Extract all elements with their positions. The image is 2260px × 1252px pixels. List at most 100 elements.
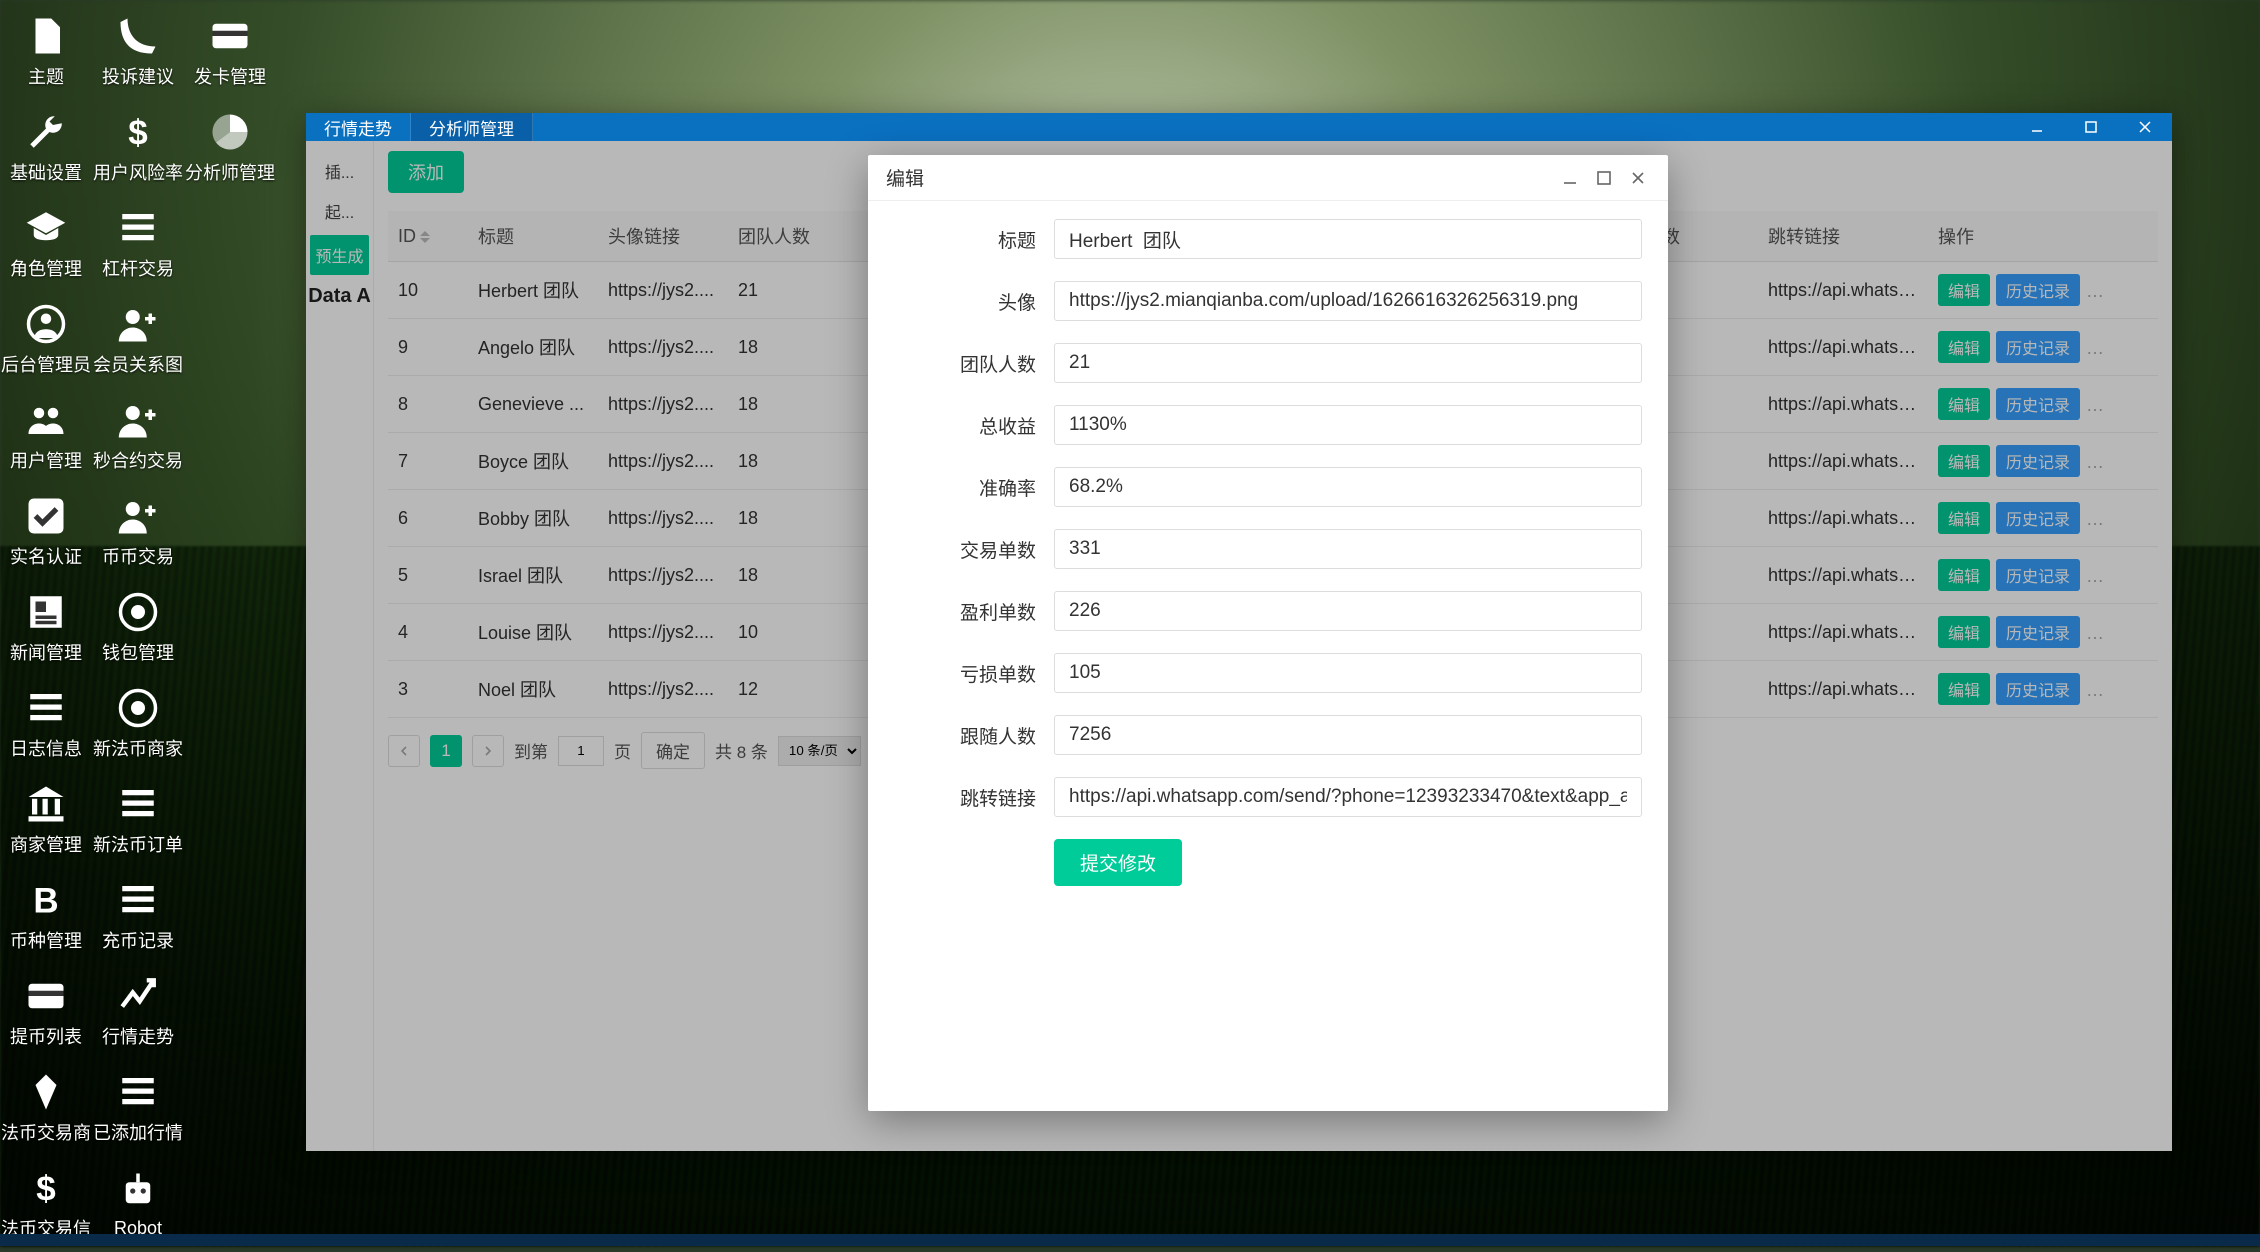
form-input-7[interactable] — [1054, 653, 1642, 693]
desktop-icon-list[interactable]: 已添加行情 — [92, 1060, 184, 1156]
tab-market-trend[interactable]: 行情走势 — [306, 113, 411, 141]
desktop-icon-label: 秒合约交易 — [93, 447, 183, 473]
desktop-icon-useradd[interactable]: 秒合约交易 — [92, 388, 184, 484]
form-row: 盈利单数 — [894, 591, 1642, 631]
modal-minimize-button[interactable] — [1558, 166, 1582, 190]
desktop-icon-userhead[interactable]: 后台管理员 — [0, 292, 92, 388]
desktop-icon-grid: 主题投诉建议发卡管理基础设置$用户风险率分析师管理角色管理杠杆交易后台管理员会员… — [0, 4, 250, 1252]
window-close-button[interactable] — [2118, 113, 2172, 141]
tab-analyst-mgmt[interactable]: 分析师管理 — [411, 113, 533, 141]
svg-text:B: B — [33, 881, 58, 920]
desktop-icon-label: 已添加行情 — [93, 1119, 183, 1145]
desktop-icon-wallet[interactable]: 钱包管理 — [92, 580, 184, 676]
form-row: 亏损单数 — [894, 653, 1642, 693]
desktop-icon-label: 钱包管理 — [102, 639, 174, 665]
desktop-icon-label: 币币交易 — [102, 543, 174, 569]
taskbar[interactable] — [0, 1234, 2260, 1246]
desktop-icon-label: 会员关系图 — [93, 351, 183, 377]
form-row: 跳转链接 — [894, 777, 1642, 817]
desktop-icon-label: 用户风险率 — [93, 159, 183, 185]
modal-close-button[interactable] — [1626, 166, 1650, 190]
desktop-icon-label: 后台管理员 — [1, 351, 91, 377]
modal-body: 标题头像团队人数总收益准确率交易单数盈利单数亏损单数跟随人数跳转链接提交修改 — [868, 201, 1668, 1111]
form-input-2[interactable] — [1054, 343, 1642, 383]
desktop-icon-label: 投诉建议 — [102, 63, 174, 89]
desktop-icon-label: 日志信息 — [10, 735, 82, 761]
desktop-icon-diamond[interactable]: 法币交易商 — [0, 1060, 92, 1156]
desktop-icon-label: 分析师管理 — [185, 159, 275, 185]
form-label: 标题 — [894, 226, 1054, 253]
form-input-4[interactable] — [1054, 467, 1642, 507]
form-input-8[interactable] — [1054, 715, 1642, 755]
desktop-icon-wrench[interactable]: 基础设置 — [0, 100, 92, 196]
form-label: 团队人数 — [894, 350, 1054, 377]
desktop-icon-users[interactable]: 用户管理 — [0, 388, 92, 484]
form-input-5[interactable] — [1054, 529, 1642, 569]
desktop-icon-label: 杠杆交易 — [102, 255, 174, 281]
desktop-icon-wallet[interactable]: 新法币商家 — [92, 676, 184, 772]
window-buttons — [2010, 113, 2172, 141]
desktop-icon-label: 提币列表 — [10, 1023, 82, 1049]
desktop-icon-trend[interactable]: 行情走势 — [92, 964, 184, 1060]
desktop-icon-bitcoin[interactable]: B 币种管理 — [0, 868, 92, 964]
desktop-icon-label: 新法币订单 — [93, 831, 183, 857]
form-row: 标题 — [894, 219, 1642, 259]
window-maximize-button[interactable] — [2064, 113, 2118, 141]
desktop-icon-label: 实名认证 — [10, 543, 82, 569]
form-row: 头像 — [894, 281, 1642, 321]
desktop-icon-label: 角色管理 — [10, 255, 82, 281]
window-titlebar[interactable]: 行情走势 分析师管理 — [306, 113, 2172, 141]
form-input-3[interactable] — [1054, 405, 1642, 445]
desktop-icon-document[interactable]: 主题 — [0, 4, 92, 100]
desktop-icon-label: 充币记录 — [102, 927, 174, 953]
desktop-icon-label: 基础设置 — [10, 159, 82, 185]
desktop-icon-list[interactable]: 日志信息 — [0, 676, 92, 772]
form-row: 交易单数 — [894, 529, 1642, 569]
modal-maximize-button[interactable] — [1592, 166, 1616, 190]
form-row: 团队人数 — [894, 343, 1642, 383]
form-input-9[interactable] — [1054, 777, 1642, 817]
desktop-icon-label: 法币交易商 — [1, 1119, 91, 1145]
form-label: 总收益 — [894, 412, 1054, 439]
modal-titlebar[interactable]: 编辑 — [868, 155, 1668, 201]
desktop-icon-label: 新法币商家 — [93, 735, 183, 761]
desktop-icon-useradd[interactable]: 会员关系图 — [92, 292, 184, 388]
desktop-icon-card[interactable]: 提币列表 — [0, 964, 92, 1060]
desktop-icon-phone[interactable]: 投诉建议 — [92, 4, 184, 100]
form-label: 亏损单数 — [894, 660, 1054, 687]
desktop-icon-useradd[interactable]: 币币交易 — [92, 484, 184, 580]
form-label: 交易单数 — [894, 536, 1054, 563]
form-input-0[interactable] — [1054, 219, 1642, 259]
desktop-icon-list[interactable]: 新法币订单 — [92, 772, 184, 868]
desktop-icon-list[interactable]: 充币记录 — [92, 868, 184, 964]
tab-label: 行情走势 — [324, 115, 392, 140]
form-input-1[interactable] — [1054, 281, 1642, 321]
modal-title-text: 编辑 — [886, 164, 924, 191]
desktop-icon-card[interactable]: 发卡管理 — [184, 4, 276, 100]
form-row: 跟随人数 — [894, 715, 1642, 755]
svg-text:$: $ — [128, 113, 147, 152]
form-label: 头像 — [894, 288, 1054, 315]
desktop-icon-bank[interactable]: 商家管理 — [0, 772, 92, 868]
desktop-icon-label: 币种管理 — [10, 927, 82, 953]
submit-button[interactable]: 提交修改 — [1054, 839, 1182, 886]
form-label: 跟随人数 — [894, 722, 1054, 749]
desktop-icon-label: 主题 — [28, 63, 64, 89]
form-row: 准确率 — [894, 467, 1642, 507]
desktop-icon-label: 行情走势 — [102, 1023, 174, 1049]
desktop-icon-check[interactable]: 实名认证 — [0, 484, 92, 580]
desktop-icon-list[interactable]: 杠杆交易 — [92, 196, 184, 292]
svg-text:$: $ — [36, 1169, 55, 1208]
desktop-icon-label: 商家管理 — [10, 831, 82, 857]
desktop-icon-label: 新闻管理 — [10, 639, 82, 665]
desktop-icon-dollar[interactable]: $ 用户风险率 — [92, 100, 184, 196]
desktop-icon-piechart[interactable]: 分析师管理 — [184, 100, 276, 196]
desktop-icon-label: 用户管理 — [10, 447, 82, 473]
form-label: 盈利单数 — [894, 598, 1054, 625]
tab-label: 分析师管理 — [429, 115, 514, 140]
form-input-6[interactable] — [1054, 591, 1642, 631]
desktop-icon-news[interactable]: 新闻管理 — [0, 580, 92, 676]
desktop-icon-gradcap[interactable]: 角色管理 — [0, 196, 92, 292]
window-minimize-button[interactable] — [2010, 113, 2064, 141]
form-row: 总收益 — [894, 405, 1642, 445]
